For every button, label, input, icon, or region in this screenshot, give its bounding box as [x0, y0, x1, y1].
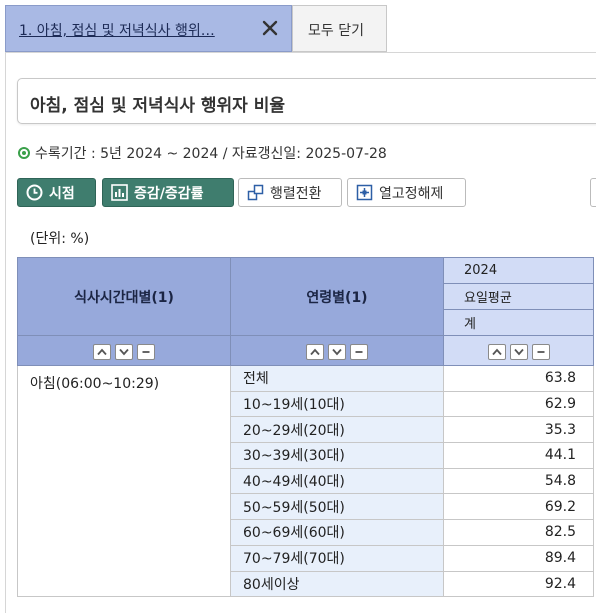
age-cell: 80세이상 — [230, 570, 444, 598]
unfreeze-button[interactable]: 열고정해제 — [347, 178, 466, 207]
close-icon[interactable] — [258, 16, 282, 40]
sort-down-icon[interactable] — [509, 343, 528, 360]
collapse-icon[interactable] — [137, 343, 155, 360]
value-cell: 54.8 — [443, 467, 594, 495]
age-cell: 30~39세(30대) — [230, 442, 444, 469]
header-age: 연령별(1) — [230, 257, 444, 336]
pivot-label: 행렬전환 — [270, 185, 322, 202]
sort-controls-time — [17, 335, 231, 366]
value-cell: 63.8 — [443, 365, 594, 392]
sort-down-icon[interactable] — [328, 343, 346, 360]
table-title: 아침, 점심 및 저녁식사 행위자 비율 — [30, 96, 286, 116]
table-title-box: 아침, 점심 및 저녁식사 행위자 비율 — [17, 78, 596, 124]
tab-active-label[interactable]: 1. 아침, 점심 및 저녁식사 행위… — [19, 20, 215, 40]
age-cell: 40~49세(40대) — [230, 467, 444, 495]
age-cell: 전체 — [230, 365, 444, 392]
clock-icon — [18, 184, 49, 201]
collapse-icon[interactable] — [531, 343, 550, 360]
age-cell: 50~59세(50대) — [230, 493, 444, 521]
close-all-tab[interactable]: 모두 닫기 — [292, 5, 387, 52]
unfreeze-icon — [348, 184, 379, 201]
time-group-cell: 아침(06:00~10:29) — [17, 364, 231, 598]
header-day-average: 요일평균 — [443, 283, 594, 310]
value-cell: 35.3 — [443, 416, 594, 444]
header-year: 2024 — [443, 257, 594, 284]
bar-chart-icon — [103, 184, 134, 201]
age-cell: 10~19세(10대) — [230, 390, 444, 418]
unfreeze-label: 열고정해제 — [379, 185, 444, 202]
period-text: 수록기간 : 5년 2024 ~ 2024 / 자료갱신일: 2025-07-2… — [35, 146, 387, 162]
sort-controls-row — [17, 335, 594, 366]
change-rate-button[interactable]: 증감/증감률 — [102, 178, 234, 207]
period-info: 수록기간 : 5년 2024 ~ 2024 / 자료갱신일: 2025-07-2… — [18, 143, 387, 163]
sort-up-icon[interactable] — [93, 343, 111, 360]
age-cell: 70~79세(70대) — [230, 544, 444, 572]
sort-controls-value — [443, 335, 594, 366]
data-table: 식사시간대별(1) 연령별(1) 2024 요일평균 계 아침(06:00~10… — [17, 257, 594, 598]
age-cell: 60~69세(60대) — [230, 519, 444, 546]
change-rate-label: 증감/증감률 — [134, 185, 204, 202]
close-all-label[interactable]: 모두 닫기 — [308, 20, 364, 40]
sort-down-icon[interactable] — [115, 343, 133, 360]
sort-controls-age — [230, 335, 444, 366]
pivot-icon — [239, 184, 270, 201]
bullet-icon — [18, 147, 30, 159]
table-row: 아침(06:00~10:29) 전체 63.8 — [17, 364, 594, 598]
value-cell: 44.1 — [443, 442, 594, 469]
value-cell: 92.4 — [443, 570, 594, 598]
more-button[interactable] — [590, 178, 596, 207]
sort-up-icon[interactable] — [487, 343, 506, 360]
timepoint-label: 시점 — [49, 185, 75, 202]
header-total: 계 — [443, 309, 594, 336]
tab-active[interactable]: 1. 아침, 점심 및 저녁식사 행위… — [5, 5, 292, 52]
value-cell: 89.4 — [443, 544, 594, 572]
value-cell: 62.9 — [443, 390, 594, 418]
value-cell: 82.5 — [443, 519, 594, 546]
unit-label: (단위: %) — [30, 231, 90, 247]
header-time: 식사시간대별(1) — [17, 257, 231, 336]
sort-up-icon[interactable] — [306, 343, 324, 360]
age-cell: 20~29세(20대) — [230, 416, 444, 444]
tab-bar: 1. 아침, 점심 및 저녁식사 행위… 모두 닫기 — [0, 0, 596, 52]
value-cell: 69.2 — [443, 493, 594, 521]
collapse-icon[interactable] — [350, 343, 368, 360]
pivot-button[interactable]: 행렬전환 — [238, 178, 342, 207]
timepoint-button[interactable]: 시점 — [17, 178, 96, 207]
